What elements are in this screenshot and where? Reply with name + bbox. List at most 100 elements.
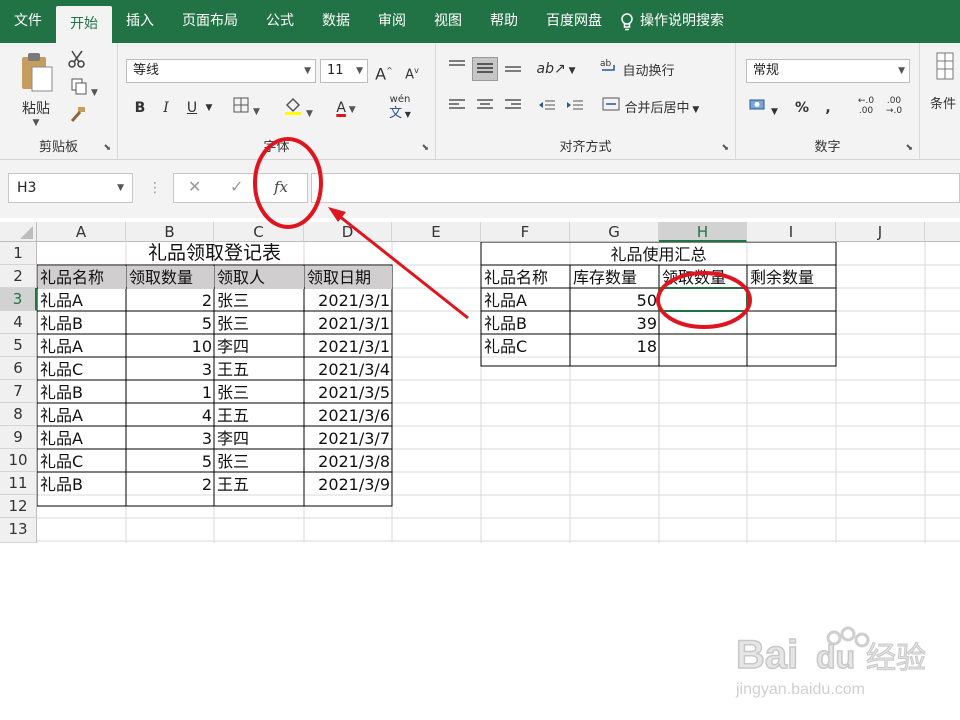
row-header-6[interactable]: 6 xyxy=(0,357,37,380)
table-cell[interactable] xyxy=(748,289,836,312)
dialog-launcher-icon[interactable]: ⬊ xyxy=(905,143,913,153)
worksheet-grid[interactable]: 礼品领取登记表 礼品名称 领取数量 领取人 领取日期 礼品A 2 张三 2021… xyxy=(0,218,960,543)
table-cell[interactable]: 王五 xyxy=(215,404,304,427)
align-center-button[interactable] xyxy=(474,96,496,120)
table-cell[interactable]: 2 xyxy=(127,289,214,312)
column-header-f[interactable]: F xyxy=(481,222,570,242)
table2-header-gift[interactable]: 礼品名称 xyxy=(482,266,570,289)
row-header-11[interactable]: 11 xyxy=(0,472,37,495)
table2-header-taken[interactable]: 领取数量 xyxy=(660,266,747,289)
table-cell[interactable]: 2021/3/1 xyxy=(305,335,392,358)
column-header-d[interactable]: D xyxy=(304,222,392,242)
underline-dropdown-icon[interactable]: ▼ xyxy=(202,96,216,120)
accounting-format-button[interactable]: ▼ xyxy=(746,96,780,120)
table-cell[interactable] xyxy=(660,312,747,335)
table-cell[interactable]: 礼品A xyxy=(38,427,126,450)
table-cell[interactable]: 张三 xyxy=(215,381,304,404)
column-header-k[interactable] xyxy=(925,222,960,242)
column-header-h[interactable]: H xyxy=(659,222,747,242)
table-cell[interactable]: 王五 xyxy=(215,473,304,496)
table1-title[interactable]: 礼品领取登记表 xyxy=(37,242,392,265)
table2-header-stock[interactable]: 库存数量 xyxy=(571,266,659,289)
copy-button[interactable]: ▼ xyxy=(64,77,104,101)
align-middle-button[interactable] xyxy=(472,57,498,81)
table1-header-date[interactable]: 领取日期 xyxy=(305,266,392,289)
increase-decimal-button[interactable]: ←.0.00 xyxy=(854,96,878,120)
row-header-10[interactable]: 10 xyxy=(0,449,37,472)
tab-view[interactable]: 视图 xyxy=(420,0,476,43)
insert-function-icon[interactable]: fx xyxy=(274,178,288,196)
select-all-button[interactable] xyxy=(0,222,37,242)
table-cell[interactable]: 2021/3/4 xyxy=(305,358,392,381)
table-cell[interactable]: 39 xyxy=(571,312,659,335)
table-cell[interactable]: 3 xyxy=(127,358,214,381)
table-cell[interactable]: 礼品B xyxy=(38,312,126,335)
font-size-select[interactable]: 11 ▼ xyxy=(320,59,368,83)
table-cell[interactable]: 礼品B xyxy=(38,473,126,496)
conditional-format-label[interactable]: 条件 xyxy=(930,93,960,117)
underline-button[interactable]: U xyxy=(182,96,202,120)
font-name-select[interactable]: 等线 ▼ xyxy=(126,59,316,83)
dialog-launcher-icon[interactable]: ⬊ xyxy=(421,143,429,153)
bold-button[interactable]: B xyxy=(130,96,150,120)
table-cell[interactable]: 50 xyxy=(571,289,659,312)
table2-header-remain[interactable]: 剩余数量 xyxy=(748,266,836,289)
tab-help[interactable]: 帮助 xyxy=(476,0,532,43)
tab-baidu-netdisk[interactable]: 百度网盘 xyxy=(532,0,616,43)
comma-style-button[interactable]: , xyxy=(818,96,838,120)
name-box[interactable]: H3 ▼ xyxy=(8,173,133,203)
paste-button[interactable]: 粘贴 ▼ xyxy=(14,51,58,131)
dialog-launcher-icon[interactable]: ⬊ xyxy=(721,143,729,153)
selected-cell-h3[interactable] xyxy=(660,289,747,312)
table-cell[interactable]: 礼品C xyxy=(38,358,126,381)
enter-icon[interactable]: ✓ xyxy=(230,177,243,196)
table-cell[interactable]: 2021/3/9 xyxy=(305,473,392,496)
borders-button[interactable]: ▼ xyxy=(228,96,264,120)
align-right-button[interactable] xyxy=(502,96,524,120)
decrease-font-button[interactable]: Av xyxy=(400,59,424,83)
wrap-text-button[interactable]: ab 自动换行 xyxy=(600,57,710,81)
table-cell[interactable]: 18 xyxy=(571,335,659,358)
table-cell[interactable]: 3 xyxy=(127,427,214,450)
table-cell[interactable] xyxy=(748,335,836,358)
column-header-j[interactable]: J xyxy=(836,222,925,242)
align-left-button[interactable] xyxy=(446,96,468,120)
tab-insert[interactable]: 插入 xyxy=(112,0,168,43)
table1-header-person[interactable]: 领取人 xyxy=(215,266,304,289)
row-header-8[interactable]: 8 xyxy=(0,403,37,426)
table1-header-qty[interactable]: 领取数量 xyxy=(127,266,214,289)
row-header-2[interactable]: 2 xyxy=(0,265,37,288)
italic-button[interactable]: I xyxy=(156,96,176,120)
column-header-e[interactable]: E xyxy=(392,222,481,242)
table1-header-gift[interactable]: 礼品名称 xyxy=(38,266,126,289)
format-painter-button[interactable] xyxy=(66,105,88,129)
column-header-c[interactable]: C xyxy=(214,222,304,242)
table-cell[interactable]: 2021/3/1 xyxy=(305,312,392,335)
table-cell[interactable]: 1 xyxy=(127,381,214,404)
font-color-button[interactable]: A ▼ xyxy=(328,96,364,120)
table-cell[interactable] xyxy=(748,312,836,335)
decrease-decimal-button[interactable]: .00 →.0 xyxy=(882,96,906,120)
row-header-12[interactable]: 12 xyxy=(0,495,37,518)
orientation-button[interactable]: ab↗ ▼ xyxy=(536,57,576,81)
tab-page-layout[interactable]: 页面布局 xyxy=(168,0,252,43)
column-header-i[interactable]: I xyxy=(747,222,836,242)
table-cell[interactable]: 礼品C xyxy=(482,335,570,358)
percent-button[interactable]: % xyxy=(792,96,812,120)
row-header-7[interactable]: 7 xyxy=(0,380,37,403)
cut-button[interactable] xyxy=(66,49,88,73)
table-cell[interactable]: 王五 xyxy=(215,358,304,381)
table-cell[interactable]: 礼品B xyxy=(482,312,570,335)
formula-input[interactable] xyxy=(311,173,960,203)
tab-home[interactable]: 开始 xyxy=(56,6,112,43)
conditional-format-icon[interactable] xyxy=(930,51,960,80)
align-top-button[interactable] xyxy=(446,57,468,81)
table-cell[interactable]: 张三 xyxy=(215,289,304,312)
table2-title[interactable]: 礼品使用汇总 xyxy=(481,243,836,266)
help-search[interactable]: 操作说明搜索 xyxy=(616,0,738,43)
table-cell[interactable]: 2021/3/1 xyxy=(305,289,392,312)
number-format-select[interactable]: 常规 ▼ xyxy=(746,59,910,83)
align-bottom-button[interactable] xyxy=(502,57,524,81)
table-cell[interactable]: 礼品A xyxy=(38,335,126,358)
cancel-icon[interactable]: ✕ xyxy=(188,177,201,196)
